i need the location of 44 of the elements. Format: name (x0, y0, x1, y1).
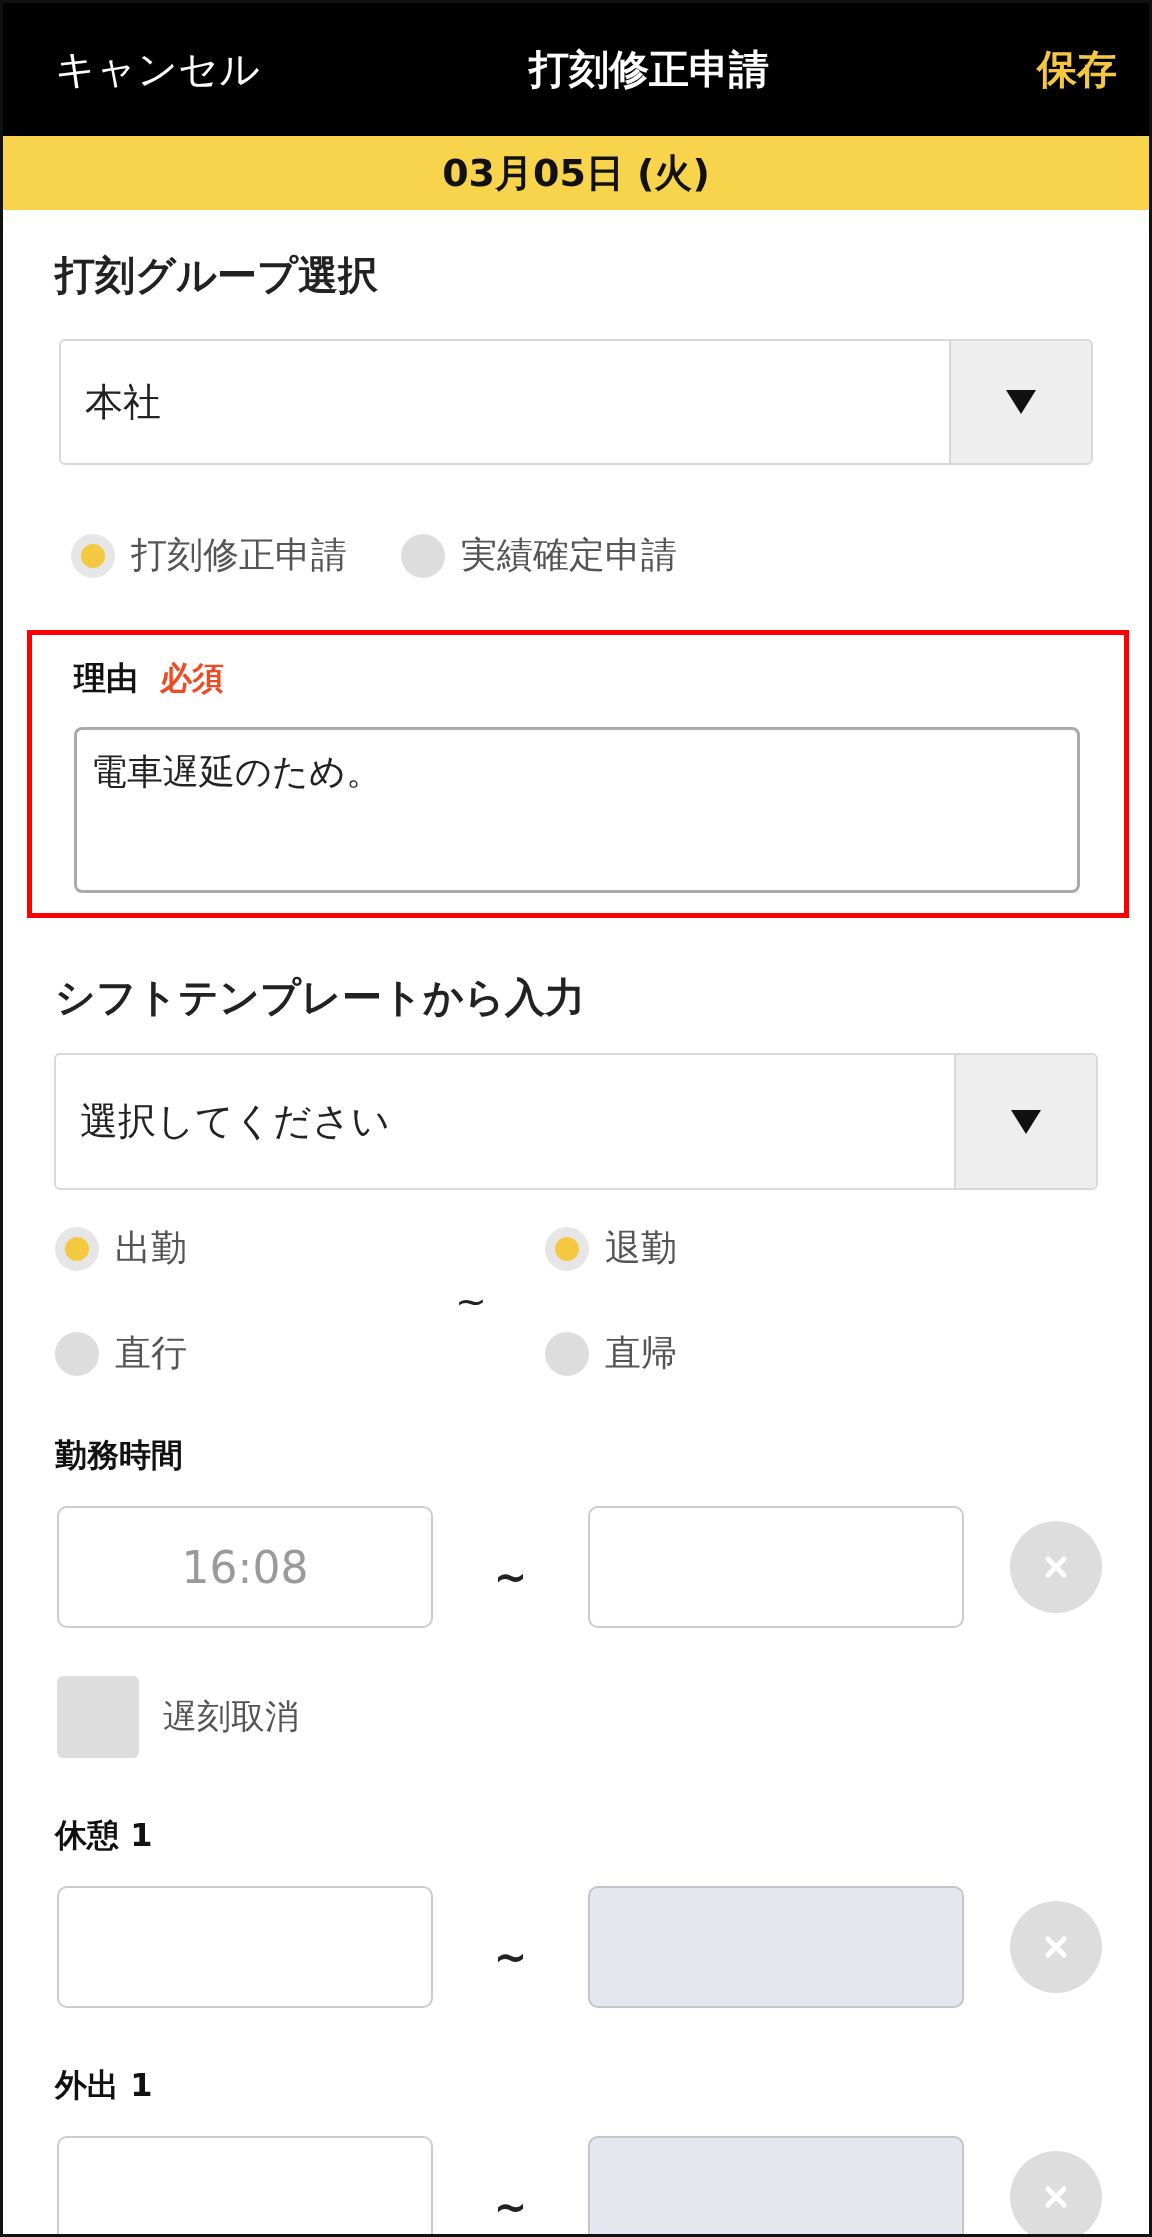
time-field[interactable]: 16:08 (57, 1506, 433, 1628)
radio-label[interactable]: 直行 (115, 1329, 187, 1378)
section-title: シフトテンプレートから入力 (55, 973, 586, 1022)
time-field[interactable] (57, 2136, 433, 2234)
checkbox-label[interactable]: 遅刻取消 (163, 1694, 299, 1740)
section-title: 打刻グループ選択 (55, 251, 379, 300)
save-button[interactable]: 保存 (1037, 42, 1117, 97)
radio-button[interactable] (401, 533, 445, 578)
dropdown[interactable]: 本社 (59, 339, 1093, 465)
close-icon (1044, 2185, 1068, 2209)
caret-icon (1011, 1109, 1041, 1134)
checkbox[interactable] (57, 1676, 139, 1758)
field-label: 外出 1 (55, 2065, 154, 2106)
tilde-mark: ~ (492, 2183, 529, 2230)
dropdown-value: 本社 (84, 378, 162, 426)
required-label: 必須 (160, 658, 224, 699)
time-field[interactable] (57, 1886, 433, 2008)
radio-button[interactable] (55, 1226, 99, 1271)
time-field[interactable] (588, 1506, 964, 1628)
dropdown-button[interactable] (949, 341, 1091, 463)
cancel-button[interactable]: キャンセル (55, 42, 260, 97)
radio-label[interactable]: 打刻修正申請 (131, 531, 347, 580)
close-icon (1044, 1555, 1068, 1579)
radio-label[interactable]: 実績確定申請 (461, 531, 677, 580)
dropdown-placeholder: 選択してください (79, 1098, 391, 1145)
date-bar: 03月05日 (火) (3, 136, 1149, 210)
field-label: 休憩 1 (55, 1815, 154, 1856)
tilde-mark: ~ (492, 1553, 529, 1600)
close-icon (1044, 1935, 1068, 1959)
caret-icon (1006, 390, 1036, 414)
radio-button[interactable] (545, 1331, 589, 1376)
tilde-mark: ~ (454, 1279, 488, 1323)
radio-button[interactable] (55, 1331, 99, 1376)
tilde-mark: ~ (492, 1933, 529, 1980)
radio-label[interactable]: 退勤 (605, 1224, 677, 1273)
radio-button[interactable] (545, 1226, 589, 1271)
radio-label[interactable]: 出勤 (115, 1224, 187, 1273)
field-label: 勤務時間 (55, 1435, 184, 1476)
field-label: 理由 (74, 658, 138, 699)
screen-title: 打刻修正申請 (528, 45, 769, 94)
radio-label[interactable]: 直帰 (605, 1329, 677, 1378)
radio-button[interactable] (71, 533, 115, 578)
reason-field[interactable]: 電車遅延のため。 (74, 727, 1080, 893)
dropdown[interactable]: 選択してください (54, 1053, 1098, 1190)
